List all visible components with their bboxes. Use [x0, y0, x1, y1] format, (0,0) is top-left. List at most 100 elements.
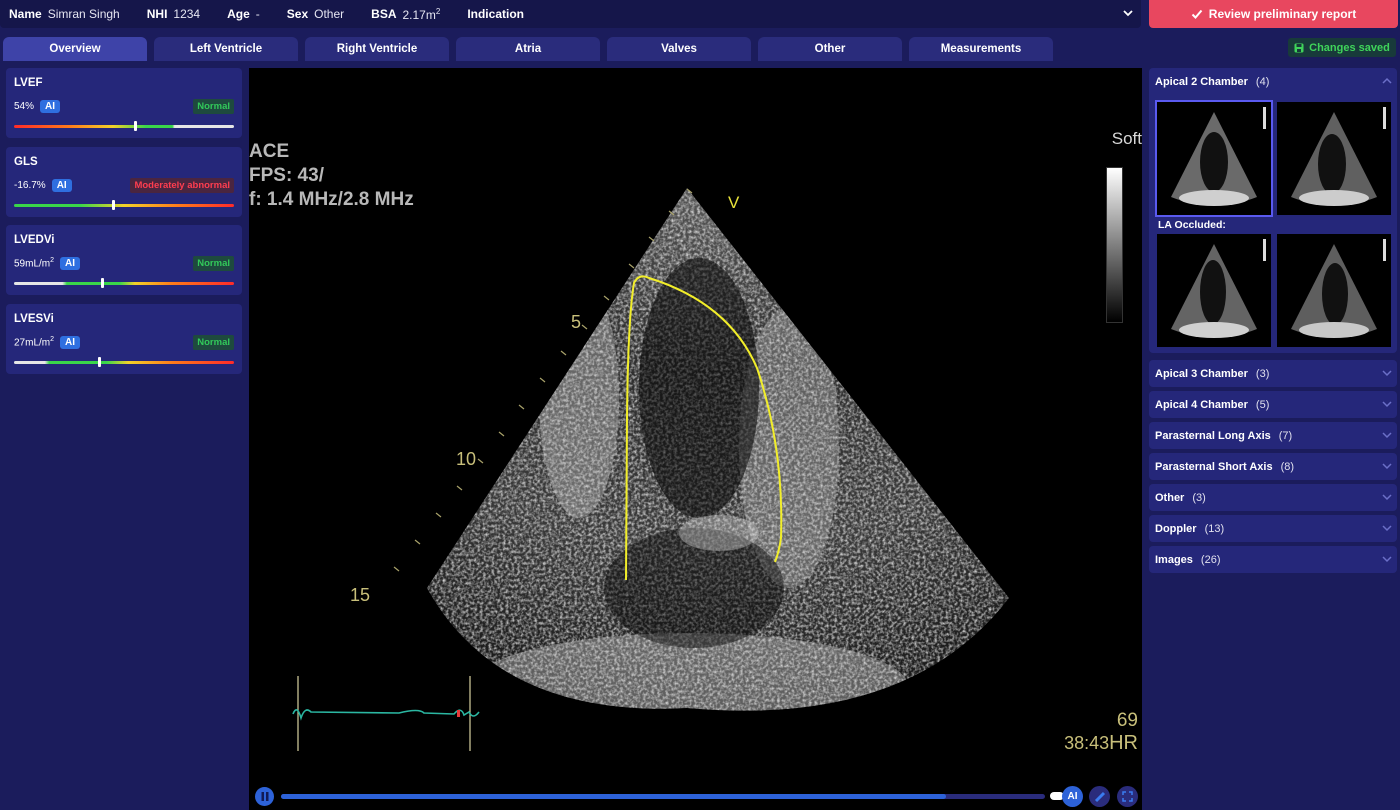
metric-title: GLS: [14, 156, 38, 168]
status-badge: Normal: [193, 335, 234, 350]
ai-toggle[interactable]: AI: [1062, 786, 1083, 807]
section-parasternal-long-axis[interactable]: Parasternal Long Axis (7): [1149, 422, 1397, 449]
ultrasound-image: [292, 188, 1009, 751]
ai-badge: AI: [40, 100, 61, 113]
sex-value: Other: [314, 7, 345, 21]
section-apical-4-chamber[interactable]: Apical 4 Chamber (5): [1149, 391, 1397, 418]
metric-marker: [133, 121, 137, 131]
bsa-label: BSA: [371, 7, 397, 21]
tab-bar: Overview Left Ventricle Right Ventricle …: [3, 37, 1053, 61]
clip-thumbnail[interactable]: [1157, 234, 1271, 347]
soft-label: Soft: [1111, 129, 1142, 148]
sex-label: Sex: [286, 7, 309, 21]
review-button-label: Review preliminary report: [1208, 7, 1357, 21]
status-badge: Normal: [193, 99, 234, 114]
echo-viewer[interactable]: ACE FPS: 43/ f: 1.4 MHz/2.8 MHz Soft V 5…: [249, 68, 1142, 810]
changes-saved-badge: Changes saved: [1288, 38, 1396, 57]
metric-marker: [111, 200, 115, 210]
chevron-down-icon: [1382, 494, 1392, 501]
echo-clip-image: [1171, 107, 1266, 206]
tab-valves[interactable]: Valves: [607, 37, 751, 61]
metric-value: -16.7% AI: [14, 179, 72, 192]
pause-icon: [261, 792, 268, 801]
bsa-value: 2.17m2: [402, 6, 441, 22]
name-value: Simran Singh: [47, 7, 120, 21]
fullscreen-icon: [1122, 791, 1133, 802]
metric-scale-bar: [14, 361, 234, 364]
tab-left-ventricle[interactable]: Left Ventricle: [154, 37, 298, 61]
la-occluded-label: LA Occluded:: [1158, 219, 1226, 231]
depth-label-5: 5: [571, 312, 582, 332]
playback-scrubber[interactable]: [281, 794, 1045, 799]
metric-scale-bar: [14, 204, 234, 207]
measure-tool-button[interactable]: [1089, 786, 1110, 807]
heart-rate-value: 69: [1116, 710, 1138, 731]
grayscale-bar: [1106, 167, 1123, 323]
section-other[interactable]: Other (3): [1149, 484, 1397, 511]
save-icon: [1294, 43, 1304, 52]
clip-thumbnail[interactable]: [1155, 100, 1273, 217]
chevron-down-icon[interactable]: [1121, 6, 1135, 20]
metric-title: LVEDVi: [14, 234, 55, 246]
depth-label-10: 10: [456, 449, 477, 469]
fullscreen-button[interactable]: [1117, 786, 1138, 807]
review-preliminary-report-button[interactable]: Review preliminary report: [1149, 0, 1398, 28]
metric-card-lvesvi[interactable]: LVESVi 27mL/m2 AI Normal: [6, 304, 242, 374]
chevron-down-icon: [1382, 463, 1392, 470]
age-label: Age: [227, 7, 250, 21]
depth-label-15: 15: [350, 585, 371, 605]
tab-overview[interactable]: Overview: [3, 37, 147, 61]
age-value: -: [255, 7, 260, 21]
section-doppler[interactable]: Doppler (13): [1149, 515, 1397, 542]
clip-thumbnail[interactable]: [1277, 234, 1391, 347]
echo-clip-image: [1291, 107, 1386, 206]
tab-other[interactable]: Other: [758, 37, 902, 61]
clip-thumbnail[interactable]: [1277, 102, 1391, 215]
metric-value: 27mL/m2 AI: [14, 336, 81, 349]
metric-title: LVESVi: [14, 313, 54, 325]
section-parasternal-short-axis[interactable]: Parasternal Short Axis (8): [1149, 453, 1397, 480]
playback-progress: [281, 794, 946, 799]
pause-button[interactable]: [255, 787, 274, 806]
status-badge: Moderately abnormal: [130, 178, 234, 193]
chevron-down-icon: [1382, 556, 1392, 563]
metric-card-lvedvi[interactable]: LVEDVi 59mL/m2 AI Normal: [6, 225, 242, 295]
echo-clip-image: [1171, 239, 1266, 338]
section-images[interactable]: Images (26): [1149, 546, 1397, 573]
metric-value: 59mL/m2 AI: [14, 257, 81, 270]
chevron-down-icon: [1382, 401, 1392, 408]
overlay-preset: ACE: [249, 141, 290, 162]
metric-scale-bar: [14, 282, 234, 285]
indication-label: Indication: [467, 7, 524, 21]
chevron-up-icon: [1382, 77, 1392, 84]
metric-card-lvef[interactable]: LVEF 54% AI Normal: [6, 68, 242, 138]
chevron-down-icon: [1382, 370, 1392, 377]
heart-rate-time: 38:43HR: [1064, 732, 1138, 754]
ai-badge: AI: [60, 257, 81, 270]
ruler-icon: [1094, 791, 1105, 802]
ai-badge: AI: [60, 336, 81, 349]
tab-measurements[interactable]: Measurements: [909, 37, 1053, 61]
section-apical-3-chamber[interactable]: Apical 3 Chamber (3): [1149, 360, 1397, 387]
ecg-trace: [292, 676, 480, 751]
sex-field: Sex Other: [287, 7, 344, 21]
name-label: Name: [9, 7, 42, 21]
nhi-field: NHI 1234: [147, 7, 200, 21]
metric-scale-bar: [14, 125, 234, 128]
metric-marker: [100, 278, 104, 288]
probe-marker: V: [728, 193, 740, 212]
chevron-down-icon: [1382, 525, 1392, 532]
metric-marker: [98, 357, 102, 367]
save-status-text: Changes saved: [1309, 41, 1390, 54]
tab-right-ventricle[interactable]: Right Ventricle: [305, 37, 449, 61]
indication-field[interactable]: Indication: [467, 7, 530, 21]
section-apical-2-chamber[interactable]: Apical 2 Chamber (4): [1149, 68, 1397, 95]
metric-title: LVEF: [14, 77, 43, 89]
bsa-field: BSA 2.17m2: [371, 7, 440, 22]
patient-header: Name Simran Singh NHI 1234 Age - Sex Oth…: [0, 0, 1141, 28]
nhi-value: 1234: [173, 7, 201, 21]
overlay-frequency: f: 1.4 MHz/2.8 MHz: [249, 189, 414, 210]
metric-card-gls[interactable]: GLS -16.7% AI Moderately abnormal: [6, 147, 242, 217]
metric-value: 54% AI: [14, 100, 61, 113]
tab-atria[interactable]: Atria: [456, 37, 600, 61]
